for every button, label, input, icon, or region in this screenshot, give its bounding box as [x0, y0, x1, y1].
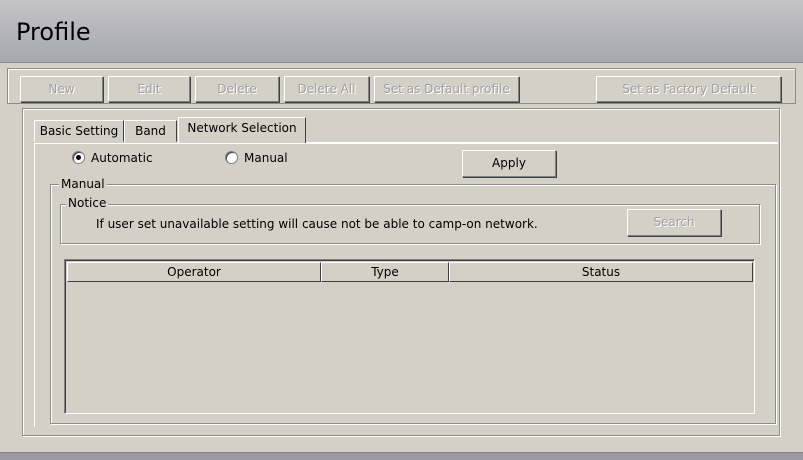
set-default-profile-button[interactable]: Set as Default profile	[374, 76, 519, 102]
bottom-status-bar	[0, 452, 803, 460]
tab-band[interactable]: Band	[124, 120, 177, 142]
set-factory-default-button[interactable]: Set as Factory Default	[596, 76, 781, 102]
page-title: Profile	[16, 18, 91, 46]
header-bar: Profile	[0, 0, 803, 63]
edit-button[interactable]: Edit	[108, 76, 190, 102]
new-button[interactable]: New	[20, 76, 103, 102]
network-selection-page	[34, 143, 778, 427]
delete-button[interactable]: Delete	[195, 76, 279, 102]
tab-network-selection[interactable]: Network Selection	[178, 117, 306, 143]
tab-basic-setting[interactable]: Basic Setting	[34, 120, 124, 142]
delete-all-button[interactable]: Delete All	[284, 76, 369, 102]
